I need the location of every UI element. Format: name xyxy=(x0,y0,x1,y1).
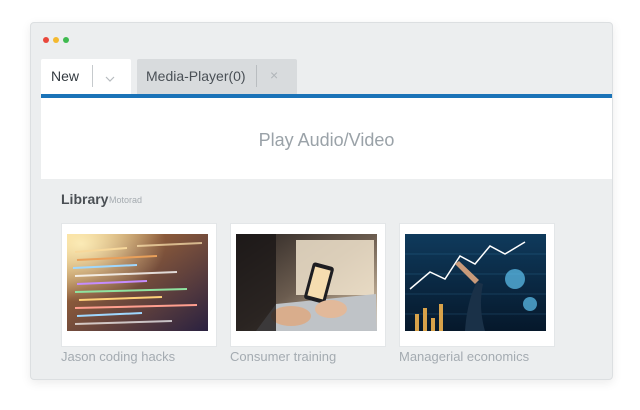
player-panel[interactable]: Play Audio/Video xyxy=(41,98,612,179)
library-caption-economics[interactable]: Managerial economics xyxy=(399,349,529,364)
tab-new[interactable]: New xyxy=(41,59,131,94)
library-subtitle: Motorad xyxy=(109,195,143,205)
app-window: New Media-Player(0) × Play Audio/Video L… xyxy=(30,22,613,380)
library-card-economics[interactable] xyxy=(399,223,555,347)
tab-new-label: New xyxy=(51,68,80,84)
library-card-coding[interactable] xyxy=(61,223,217,347)
library-caption-coding[interactable]: Jason coding hacks xyxy=(61,349,175,364)
laptop-phone-thumbnail xyxy=(236,234,377,331)
tab-media-player[interactable]: Media-Player(0) × xyxy=(137,59,297,94)
tab-divider xyxy=(92,65,93,87)
play-audio-video-title: Play Audio/Video xyxy=(258,130,395,150)
tab-media-player-label: Media-Player(0) xyxy=(146,68,246,84)
minimize-window-button[interactable] xyxy=(53,37,59,43)
library-title: Library xyxy=(61,191,109,207)
tab-divider xyxy=(256,65,257,87)
maximize-window-button[interactable] xyxy=(63,37,69,43)
close-window-button[interactable] xyxy=(43,37,49,43)
close-icon[interactable]: × xyxy=(270,67,278,83)
library-caption-consumer[interactable]: Consumer training xyxy=(230,349,336,364)
window-controls xyxy=(43,37,69,43)
data-chart-thumbnail xyxy=(405,234,546,331)
chevron-down-icon[interactable] xyxy=(105,71,115,82)
library-card-consumer[interactable] xyxy=(230,223,386,347)
code-screen-thumbnail xyxy=(67,234,208,331)
